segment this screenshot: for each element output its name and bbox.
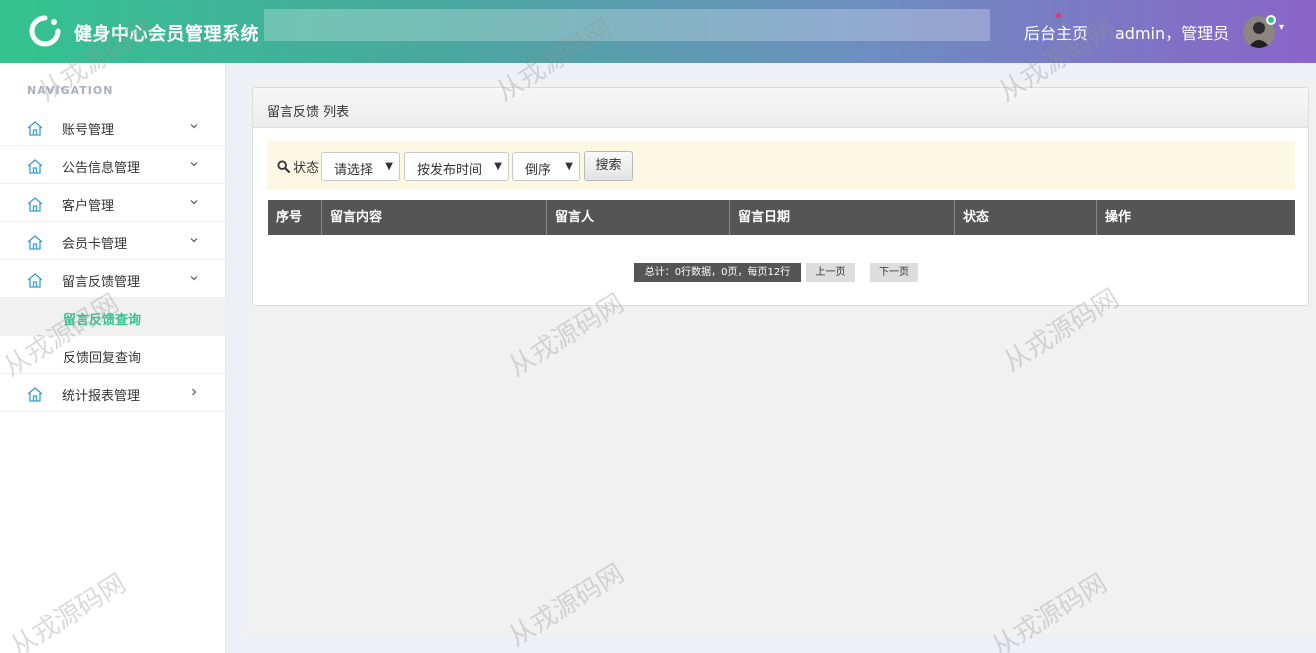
prev-page-button[interactable]: 上一页 <box>806 263 855 282</box>
sort-field-select[interactable]: 按发布时间 ▼ <box>404 152 509 181</box>
chevron-down-icon <box>190 124 198 129</box>
user-info[interactable]: admin，管理员 <box>1115 20 1229 44</box>
column-header[interactable]: 操作 <box>1097 200 1295 235</box>
sidebar-item-customers[interactable]: 客户管理 <box>0 184 226 222</box>
feedback-list-panel: 留言反馈 列表 状态 请选择 ▼ 按发布时间 ▼ 倒序 ▼ 搜索 序号 留言内容… <box>252 87 1309 306</box>
home-icon <box>27 235 43 250</box>
status-filter-label: 状态 <box>277 157 319 176</box>
table-header: 序号 留言内容 留言人 留言日期 状态 操作 <box>268 200 1295 235</box>
sidebar-item-feedback[interactable]: 留言反馈管理 <box>0 260 226 298</box>
sidebar-item-announcements[interactable]: 公告信息管理 <box>0 146 226 184</box>
search-button[interactable]: 搜索 <box>584 151 633 181</box>
home-icon <box>27 121 43 136</box>
sidebar-item-label: 客户管理 <box>62 199 115 214</box>
top-header: 健身中心会员管理系统 后台主页 admin，管理员 ▾ <box>0 0 1316 63</box>
filter-bar: 状态 请选择 ▼ 按发布时间 ▼ 倒序 ▼ 搜索 <box>267 141 1295 190</box>
logo-icon <box>29 15 61 47</box>
chevron-down-icon: ▼ <box>385 161 393 172</box>
sidebar-item-label: 留言反馈管理 <box>62 275 141 290</box>
sort-order-value: 倒序 <box>525 163 552 178</box>
sidebar-item-membership-cards[interactable]: 会员卡管理 <box>0 222 226 260</box>
chevron-down-icon <box>190 200 198 205</box>
nav-caption: NAVIGATION <box>27 84 114 97</box>
column-header[interactable]: 留言人 <box>547 200 730 235</box>
sidebar-item-reports[interactable]: 统计报表管理 <box>0 374 226 412</box>
notification-dot <box>1056 13 1061 18</box>
sidebar-menu: 账号管理 公告信息管理 客户管理 会员卡管理 留言反馈管理 留言反馈查询 反馈回… <box>0 108 226 412</box>
chevron-down-icon[interactable]: ▾ <box>1279 22 1284 33</box>
chevron-down-icon: ▼ <box>494 161 502 172</box>
app-title: 健身中心会员管理系统 <box>74 24 259 45</box>
chevron-down-icon: ▼ <box>565 161 573 172</box>
chevron-down-icon <box>190 276 198 281</box>
sidebar: NAVIGATION 账号管理 公告信息管理 客户管理 会员卡管理 留言反馈管理 <box>0 63 226 653</box>
column-header[interactable]: 留言日期 <box>730 200 955 235</box>
home-icon <box>27 387 43 402</box>
status-select-value: 请选择 <box>334 163 374 178</box>
chevron-right-icon <box>192 388 197 396</box>
home-icon <box>27 273 43 288</box>
sidebar-item-accounts[interactable]: 账号管理 <box>0 108 226 146</box>
column-header[interactable]: 状态 <box>955 200 1097 235</box>
sidebar-subitem-reply-query[interactable]: 反馈回复查询 <box>0 336 226 374</box>
sidebar-item-label: 公告信息管理 <box>62 161 141 176</box>
sidebar-item-label: 统计报表管理 <box>62 389 141 404</box>
column-header[interactable]: 留言内容 <box>322 200 547 235</box>
sidebar-item-label: 账号管理 <box>62 123 115 138</box>
panel-title: 留言反馈 列表 <box>267 105 350 120</box>
status-label-text: 状态 <box>293 161 320 176</box>
sort-order-select[interactable]: 倒序 ▼ <box>512 152 580 181</box>
search-icon <box>277 160 290 173</box>
chevron-down-icon <box>190 238 198 243</box>
pager-summary: 总计：0行数据，0页，每页12行 <box>634 263 801 282</box>
sidebar-subitem-label: 留言反馈查询 <box>63 313 142 328</box>
home-icon <box>27 159 43 174</box>
sidebar-subitem-feedback-query[interactable]: 留言反馈查询 <box>0 298 226 336</box>
sidebar-item-label: 会员卡管理 <box>62 237 128 252</box>
panel-header: 留言反馈 列表 <box>253 88 1308 128</box>
home-link[interactable]: 后台主页 <box>1024 20 1088 44</box>
chevron-down-icon <box>190 162 198 167</box>
sort-field-value: 按发布时间 <box>417 163 483 178</box>
online-status-dot <box>1266 15 1276 25</box>
column-header[interactable]: 序号 <box>268 200 322 235</box>
sidebar-subitem-label: 反馈回复查询 <box>63 351 142 366</box>
status-select[interactable]: 请选择 ▼ <box>321 152 400 181</box>
next-page-button[interactable]: 下一页 <box>870 263 918 282</box>
home-icon <box>27 197 43 212</box>
header-search-bar[interactable] <box>264 9 990 41</box>
